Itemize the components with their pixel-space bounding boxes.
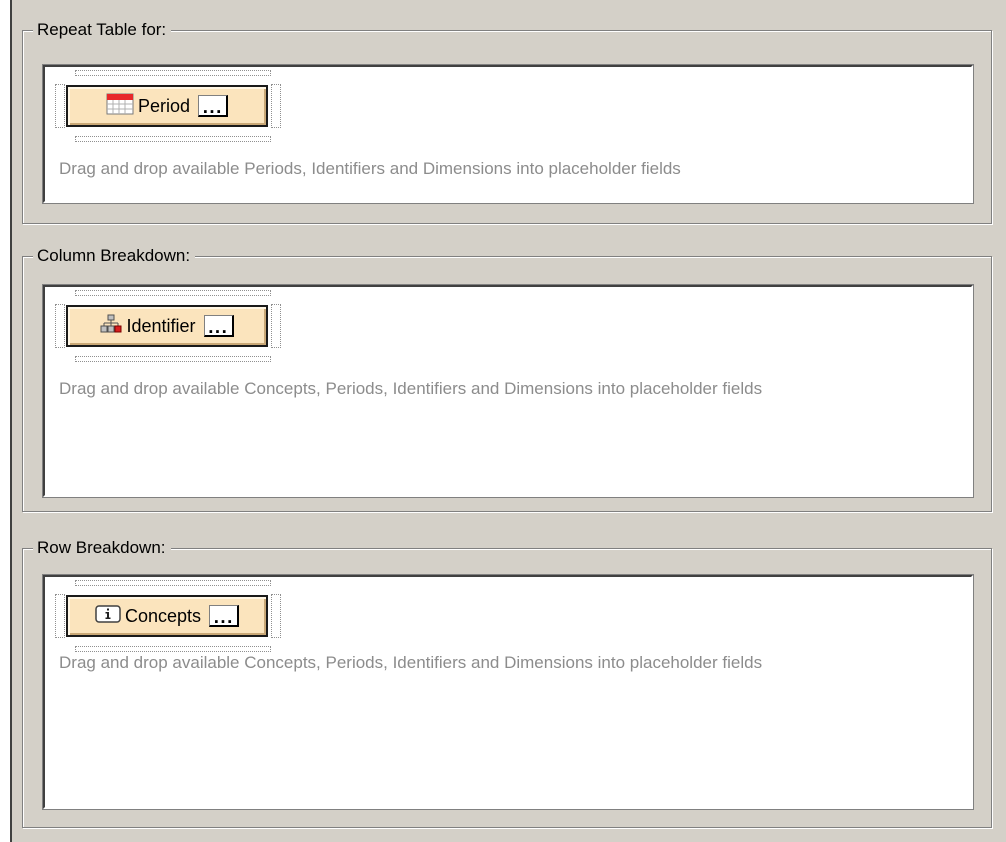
concepts-more-button[interactable]: ... (209, 605, 240, 627)
column-breakdown-dropzone[interactable]: Identifier ... Drag and drop available C… (43, 285, 973, 497)
column-breakdown-groupbox: Column Breakdown: Identifier ... Drag an… (22, 246, 992, 512)
row-breakdown-hint: Drag and drop available Concepts, Period… (59, 653, 763, 672)
row-breakdown-groupbox: Row Breakdown: Concepts ... Drag and dro… (22, 538, 992, 828)
drop-guide-right (271, 84, 281, 128)
repeat-table-groupbox: Repeat Table for: Period ... Drag and dr… (22, 20, 992, 224)
row-breakdown-legend: Row Breakdown: (33, 538, 171, 558)
period-more-button[interactable]: ... (198, 95, 229, 117)
drop-guide-right (271, 594, 281, 638)
dialog-panel: Repeat Table for: Period ... Drag and dr… (10, 0, 1006, 842)
drop-guide-left (55, 84, 65, 128)
drop-guide-top (75, 70, 271, 76)
identifier-placeholder-slot: Identifier ... (55, 290, 281, 362)
drop-guide-right (271, 304, 281, 348)
identifier-more-button[interactable]: ... (203, 315, 234, 337)
drop-guide-bottom (75, 136, 271, 142)
period-placeholder-label: Period (137, 95, 191, 116)
concepts-placeholder-label: Concepts (124, 605, 202, 626)
drop-guide-top (75, 290, 271, 296)
column-breakdown-hint: Drag and drop available Concepts, Period… (59, 379, 763, 398)
identifier-placeholder-label: Identifier (126, 315, 196, 336)
hierarchy-icon (100, 314, 122, 339)
concepts-placeholder-button[interactable]: Concepts ... (66, 595, 268, 637)
period-placeholder-slot: Period ... (55, 70, 281, 142)
row-breakdown-dropzone[interactable]: Concepts ... Drag and drop available Con… (43, 575, 973, 809)
identifier-placeholder-button[interactable]: Identifier ... (66, 305, 268, 347)
repeat-table-hint: Drag and drop available Periods, Identif… (59, 159, 681, 178)
column-breakdown-legend: Column Breakdown: (33, 246, 196, 266)
concepts-placeholder-slot: Concepts ... (55, 580, 281, 652)
drop-guide-top (75, 580, 271, 586)
drop-guide-bottom (75, 646, 271, 652)
info-icon (95, 604, 121, 628)
repeat-table-dropzone[interactable]: Period ... Drag and drop available Perio… (43, 65, 973, 203)
drop-guide-left (55, 304, 65, 348)
calendar-icon (106, 93, 134, 120)
period-placeholder-button[interactable]: Period ... (66, 85, 268, 127)
drop-guide-bottom (75, 356, 271, 362)
repeat-table-legend: Repeat Table for: (33, 20, 172, 40)
drop-guide-left (55, 594, 65, 638)
